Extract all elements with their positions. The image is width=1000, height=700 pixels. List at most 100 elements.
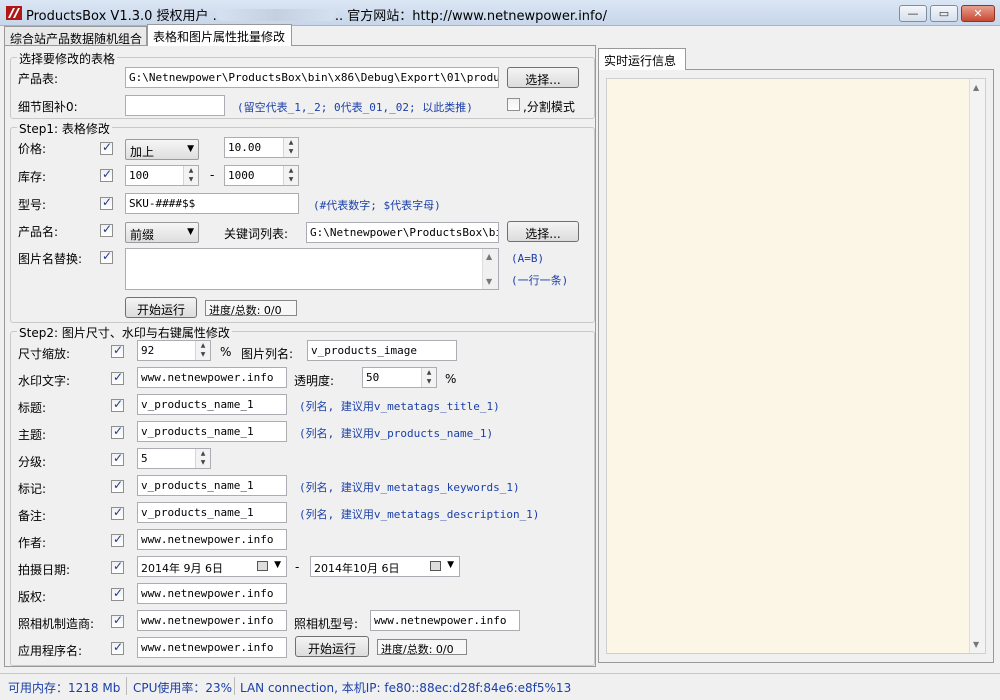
spin-down-icon[interactable]: ▼ (196, 350, 210, 359)
split-mode-checkbox[interactable] (507, 98, 520, 111)
tags-input[interactable]: v_products_name_1 (137, 475, 287, 496)
watermark-input[interactable]: www.netnewpower.info (137, 367, 287, 388)
rating-value: 5 (141, 452, 148, 465)
rating-label: 分级: (18, 455, 47, 469)
model-checkbox[interactable] (100, 195, 113, 210)
scroll-up-icon[interactable]: ▲ (486, 252, 492, 261)
select-table-group: 选择要修改的表格 产品表: G:\Netnewpower\ProductsBox… (10, 50, 595, 119)
spin-down-icon[interactable]: ▼ (284, 147, 298, 156)
spin-arrows[interactable]: ▲ ▼ (183, 166, 198, 185)
scroll-up-icon[interactable]: ▲ (973, 83, 979, 92)
date-from-picker[interactable]: 2014年 9月 6日 ▼ (137, 556, 287, 577)
comment-input[interactable]: v_products_name_1 (137, 502, 287, 523)
spin-arrows[interactable]: ▲ ▼ (195, 341, 210, 360)
subject-label: 主题: (18, 428, 47, 442)
spin-arrows[interactable]: ▲ ▼ (283, 166, 298, 185)
price-checkbox[interactable] (100, 140, 113, 155)
image-column-input[interactable]: v_products_image (307, 340, 457, 361)
comment-checkbox[interactable] (111, 505, 124, 520)
subject-input[interactable]: v_products_name_1 (137, 421, 287, 442)
detail-padding-hint: (留空代表_1,_2; 0代表_01,_02; 以此类推) (237, 101, 473, 114)
keyword-list-input[interactable]: G:\Netnewpower\ProductsBox\bin\x86 (306, 222, 499, 243)
resize-label: 尺寸缩放: (18, 347, 71, 361)
title-input[interactable]: v_products_name_1 (137, 394, 287, 415)
split-mode-label: ,分割模式 (523, 100, 575, 114)
stock-max-stepper[interactable]: 1000 ▲ ▼ (224, 165, 299, 186)
subject-checkbox[interactable] (111, 424, 124, 439)
date-range-dash: - (295, 560, 300, 574)
chevron-down-icon: ▼ (187, 227, 194, 237)
stock-min-stepper[interactable]: 100 ▲ ▼ (125, 165, 199, 186)
spin-down-icon[interactable]: ▼ (284, 175, 298, 184)
step2-run-button[interactable]: 开始运行 (295, 636, 369, 657)
spin-up-icon[interactable]: ▲ (422, 368, 436, 377)
product-table-input[interactable]: G:\Netnewpower\ProductsBox\bin\x86\Debug… (125, 67, 499, 88)
spin-up-icon[interactable]: ▲ (196, 341, 210, 350)
spin-arrows[interactable]: ▲ ▼ (283, 138, 298, 157)
tags-checkbox[interactable] (111, 478, 124, 493)
camera-maker-checkbox[interactable] (111, 613, 124, 628)
resize-stepper[interactable]: 92 ▲ ▼ (137, 340, 211, 361)
detail-padding-input[interactable] (125, 95, 225, 116)
close-button[interactable]: ✕ (961, 5, 995, 22)
price-label: 价格: (18, 142, 47, 156)
select-product-table-button[interactable]: 选择... (507, 67, 579, 88)
product-name-label: 产品名: (18, 225, 59, 239)
minimize-button[interactable]: — (899, 5, 927, 22)
step1-progress: 进度/总数: 0/0 (205, 300, 297, 317)
copyright-checkbox[interactable] (111, 586, 124, 601)
date-taken-checkbox[interactable] (111, 559, 124, 574)
spin-down-icon[interactable]: ▼ (422, 377, 436, 386)
model-input[interactable]: SKU-####$$ (125, 193, 299, 214)
title-checkbox[interactable] (111, 397, 124, 412)
spin-down-icon[interactable]: ▼ (184, 175, 198, 184)
app-icon (6, 6, 22, 20)
author-checkbox[interactable] (111, 532, 124, 547)
price-operation-select[interactable]: 加上 ▼ (125, 139, 199, 160)
rating-checkbox[interactable] (111, 451, 124, 466)
chevron-down-icon: ▼ (187, 144, 194, 154)
maximize-button[interactable]: ▭ (930, 5, 958, 22)
spin-up-icon[interactable]: ▲ (284, 138, 298, 147)
opacity-value: 50 (366, 371, 380, 384)
step1-run-button[interactable]: 开始运行 (125, 297, 197, 318)
opacity-stepper[interactable]: 50 ▲ ▼ (362, 367, 437, 388)
product-name-mode-value: 前缀 (130, 228, 155, 242)
runtime-log-textarea[interactable]: ▲ ▼ (606, 78, 986, 654)
spin-arrows[interactable]: ▲ ▼ (195, 449, 210, 468)
resize-value: 92 (141, 344, 155, 357)
stock-checkbox[interactable] (100, 167, 113, 182)
price-value-stepper[interactable]: 10.00 ▲ ▼ (224, 137, 299, 158)
image-rename-checkbox[interactable] (100, 249, 113, 264)
app-name-input[interactable]: www.netnewpower.info (137, 637, 287, 658)
copyright-input[interactable]: www.netnewpower.info (137, 583, 287, 604)
image-rename-textarea[interactable]: ▲ ▼ (125, 248, 499, 290)
tab-batch-modify[interactable]: 表格和图片属性批量修改 (147, 24, 292, 46)
tab-random-combine[interactable]: 综合站产品数据随机组合 (4, 26, 147, 46)
tags-hint: (列名, 建议用v_metatags_keywords_1) (299, 481, 520, 494)
scroll-down-icon[interactable]: ▼ (486, 277, 492, 286)
scroll-down-icon[interactable]: ▼ (973, 640, 979, 649)
rating-stepper[interactable]: 5 ▲ ▼ (137, 448, 211, 469)
spin-arrows[interactable]: ▲ ▼ (421, 368, 436, 387)
tab-runtime-info[interactable]: 实时运行信息 (598, 48, 686, 70)
select-keyword-list-button[interactable]: 选择... (507, 221, 579, 242)
spin-down-icon[interactable]: ▼ (196, 458, 210, 467)
status-separator (234, 677, 235, 695)
camera-maker-input[interactable]: www.netnewpower.info (137, 610, 287, 631)
product-name-checkbox[interactable] (100, 222, 113, 237)
log-scrollbar[interactable]: ▲ ▼ (969, 79, 985, 653)
watermark-checkbox[interactable] (111, 370, 124, 385)
date-from-value: 2014年 9月 6日 (141, 562, 223, 575)
detail-padding-label: 细节图补0: (18, 100, 78, 114)
product-name-mode-select[interactable]: 前缀 ▼ (125, 222, 199, 243)
scrollbar[interactable]: ▲ ▼ (482, 249, 498, 289)
date-to-picker[interactable]: 2014年10月 6日 ▼ (310, 556, 460, 577)
spin-up-icon[interactable]: ▲ (284, 166, 298, 175)
spin-up-icon[interactable]: ▲ (184, 166, 198, 175)
spin-up-icon[interactable]: ▲ (196, 449, 210, 458)
app-name-checkbox[interactable] (111, 640, 124, 655)
author-input[interactable]: www.netnewpower.info (137, 529, 287, 550)
resize-checkbox[interactable] (111, 343, 124, 358)
camera-model-input[interactable]: www.netnewpower.info (370, 610, 520, 631)
